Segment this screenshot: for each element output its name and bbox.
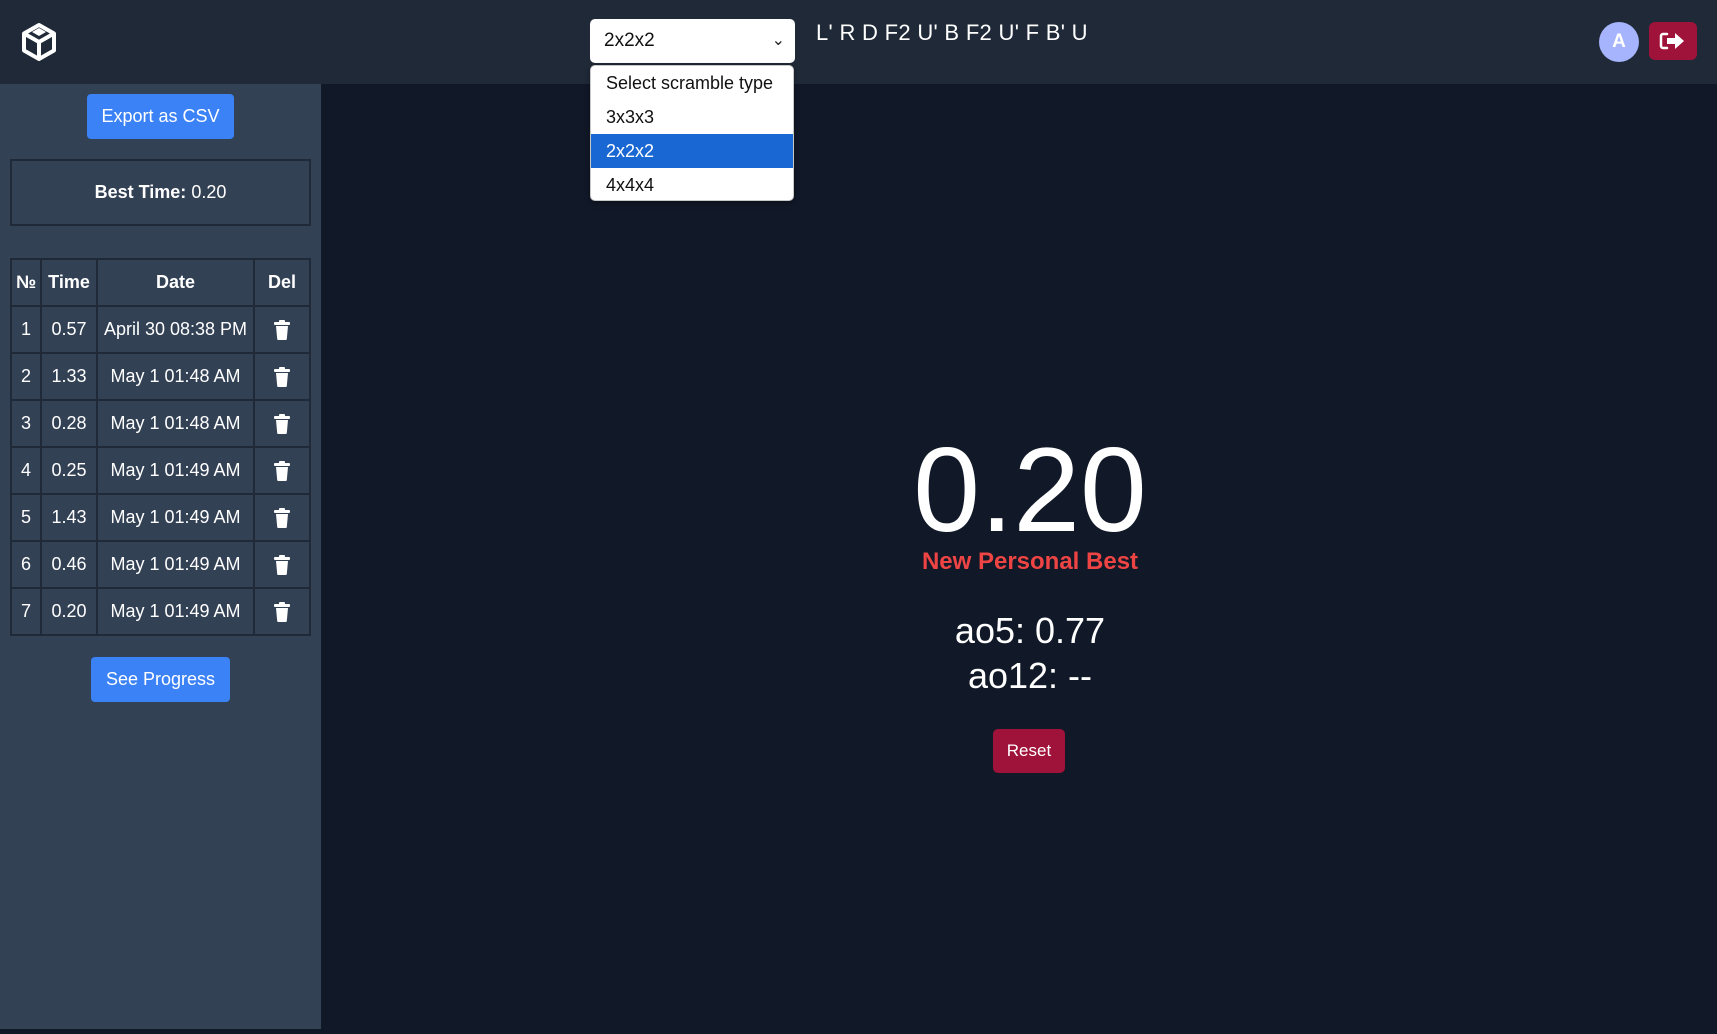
scramble-type-value: 2x2x2 — [604, 30, 655, 51]
scramble-type-select[interactable]: 2x2x2 ⌄ — [590, 19, 795, 63]
ao5-stat: ao5: 0.77 — [954, 610, 1106, 651]
see-progress-button[interactable]: See Progress — [91, 657, 230, 702]
row-date: May 1 01:49 AM — [96, 493, 255, 542]
option-select-scramble-type[interactable]: Select scramble type — [591, 66, 793, 100]
delete-button[interactable] — [253, 352, 311, 401]
row-date: May 1 01:49 AM — [96, 587, 255, 636]
sidebar: Export as CSV Best Time: 0.20 № Time Dat… — [0, 84, 321, 1029]
trash-icon — [273, 554, 291, 576]
row-date: May 1 01:48 AM — [96, 352, 255, 401]
option-2x2x2[interactable]: 2x2x2 — [591, 134, 793, 168]
row-time: 0.57 — [40, 305, 98, 354]
row-date: May 1 01:49 AM — [96, 446, 255, 495]
sign-out-icon — [1659, 32, 1684, 50]
trash-icon — [273, 601, 291, 623]
scramble-type-dropdown: Select scramble type 3x3x3 2x2x2 4x4x4 — [590, 65, 794, 201]
delete-button[interactable] — [253, 305, 311, 354]
personal-best-text: New Personal Best — [921, 548, 1139, 575]
trash-icon — [273, 507, 291, 529]
table-row: 5 1.43 May 1 01:49 AM — [10, 493, 311, 542]
row-number: 7 — [10, 587, 42, 636]
cube-logo-icon[interactable] — [19, 22, 59, 62]
best-time-label: Best Time: — [94, 182, 187, 202]
row-time: 0.20 — [40, 587, 98, 636]
best-time-value: 0.20 — [191, 182, 227, 202]
best-time-box: Best Time: 0.20 — [10, 159, 311, 226]
avatar[interactable]: A — [1599, 22, 1639, 62]
table-row: 4 0.25 May 1 01:49 AM — [10, 446, 311, 495]
table-row: 6 0.46 May 1 01:49 AM — [10, 540, 311, 589]
timer-display: 0.20 — [913, 423, 1147, 557]
option-3x3x3[interactable]: 3x3x3 — [591, 100, 793, 134]
col-time: Time — [40, 258, 98, 307]
reset-button[interactable]: Reset — [993, 729, 1065, 773]
table-row: 3 0.28 May 1 01:48 AM — [10, 399, 311, 448]
table-row: 7 0.20 May 1 01:49 AM — [10, 587, 311, 636]
times-table: № Time Date Del 1 0.57 April 30 08:38 PM 2 1… — [10, 258, 311, 636]
row-date: April 30 08:38 PM — [96, 305, 255, 354]
scramble-text: L' R D F2 U' B F2 U' F B' U — [816, 20, 1088, 45]
row-number: 1 — [10, 305, 42, 354]
row-date: May 1 01:48 AM — [96, 399, 255, 448]
row-time: 0.25 — [40, 446, 98, 495]
col-delete: Del — [253, 258, 311, 307]
delete-button[interactable] — [253, 446, 311, 495]
ao12-stat: ao12: -- — [967, 655, 1093, 696]
row-time: 1.43 — [40, 493, 98, 542]
option-4x4x4[interactable]: 4x4x4 — [591, 168, 793, 200]
trash-icon — [273, 413, 291, 435]
chevron-down-icon: ⌄ — [771, 32, 785, 49]
delete-button[interactable] — [253, 493, 311, 542]
col-date: Date — [96, 258, 255, 307]
col-number: № — [10, 258, 42, 307]
row-number: 4 — [10, 446, 42, 495]
logout-button[interactable] — [1649, 22, 1697, 60]
delete-button[interactable] — [253, 399, 311, 448]
table-header-row: № Time Date Del — [10, 258, 311, 307]
row-number: 5 — [10, 493, 42, 542]
delete-button[interactable] — [253, 587, 311, 636]
trash-icon — [273, 319, 291, 341]
trash-icon — [273, 460, 291, 482]
table-row: 2 1.33 May 1 01:48 AM — [10, 352, 311, 401]
row-time: 1.33 — [40, 352, 98, 401]
table-row: 1 0.57 April 30 08:38 PM — [10, 305, 311, 354]
delete-button[interactable] — [253, 540, 311, 589]
row-number: 2 — [10, 352, 42, 401]
row-time: 0.28 — [40, 399, 98, 448]
row-number: 6 — [10, 540, 42, 589]
export-csv-button[interactable]: Export as CSV — [87, 94, 234, 139]
trash-icon — [273, 366, 291, 388]
row-time: 0.46 — [40, 540, 98, 589]
row-number: 3 — [10, 399, 42, 448]
top-navbar: 2x2x2 ⌄ L' R D F2 U' B F2 U' F B' U A — [0, 0, 1717, 84]
row-date: May 1 01:49 AM — [96, 540, 255, 589]
